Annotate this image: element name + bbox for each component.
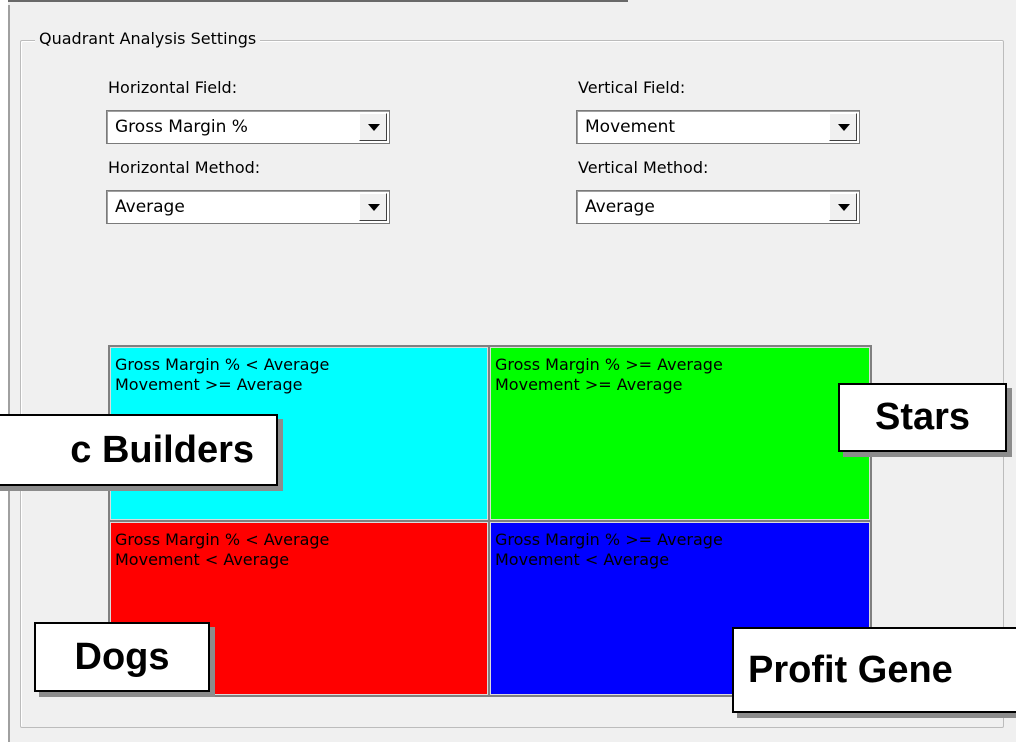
stars-callout: Stars bbox=[838, 383, 1007, 452]
horizontal-method-dropdown-button[interactable] bbox=[359, 193, 387, 221]
vertical-field-dropdown[interactable]: Movement bbox=[576, 110, 860, 144]
quadrant-bottom-left-line2: Movement < Average bbox=[115, 550, 290, 569]
quadrant-top-right-line2: Movement >= Average bbox=[495, 375, 683, 394]
quadrant-top-right-line1: Gross Margin % >= Average bbox=[495, 355, 723, 374]
vertical-method-dropdown-button[interactable] bbox=[829, 193, 857, 221]
quadrant-bottom-left-line1: Gross Margin % < Average bbox=[115, 530, 330, 549]
chevron-down-icon bbox=[368, 204, 380, 211]
horizontal-field-dropdown-button[interactable] bbox=[359, 113, 387, 141]
chevron-down-icon bbox=[368, 124, 380, 131]
vertical-method-dropdown[interactable]: Average bbox=[576, 190, 860, 224]
vertical-field-value: Movement bbox=[585, 117, 676, 137]
vertical-field-label: Vertical Field: bbox=[578, 78, 686, 97]
vertical-method-label: Vertical Method: bbox=[578, 158, 709, 177]
top-bevel-divider bbox=[8, 0, 628, 5]
quadrant-top-left-line1: Gross Margin % < Average bbox=[115, 355, 330, 374]
horizontal-field-value: Gross Margin % bbox=[115, 117, 248, 137]
quadrant-bottom-right-line1: Gross Margin % >= Average bbox=[495, 530, 723, 549]
vertical-method-value: Average bbox=[585, 197, 655, 217]
horizontal-method-dropdown[interactable]: Average bbox=[106, 190, 390, 224]
vertical-field-dropdown-button[interactable] bbox=[829, 113, 857, 141]
quadrant-top-left-line2: Movement >= Average bbox=[115, 375, 303, 394]
groupbox-title: Quadrant Analysis Settings bbox=[35, 29, 261, 48]
horizontal-method-label: Horizontal Method: bbox=[108, 158, 261, 177]
profit-callout: Profit Gene bbox=[732, 627, 1016, 713]
chevron-down-icon bbox=[838, 124, 850, 131]
chevron-down-icon bbox=[838, 204, 850, 211]
builders-callout: c Builders bbox=[0, 414, 278, 486]
quadrant-top-right: Gross Margin % >= Average Movement >= Av… bbox=[490, 347, 870, 520]
horizontal-method-value: Average bbox=[115, 197, 185, 217]
horizontal-field-label: Horizontal Field: bbox=[108, 78, 238, 97]
horizontal-field-dropdown[interactable]: Gross Margin % bbox=[106, 110, 390, 144]
dogs-callout: Dogs bbox=[34, 622, 210, 692]
quadrant-bottom-right-line2: Movement < Average bbox=[495, 550, 670, 569]
